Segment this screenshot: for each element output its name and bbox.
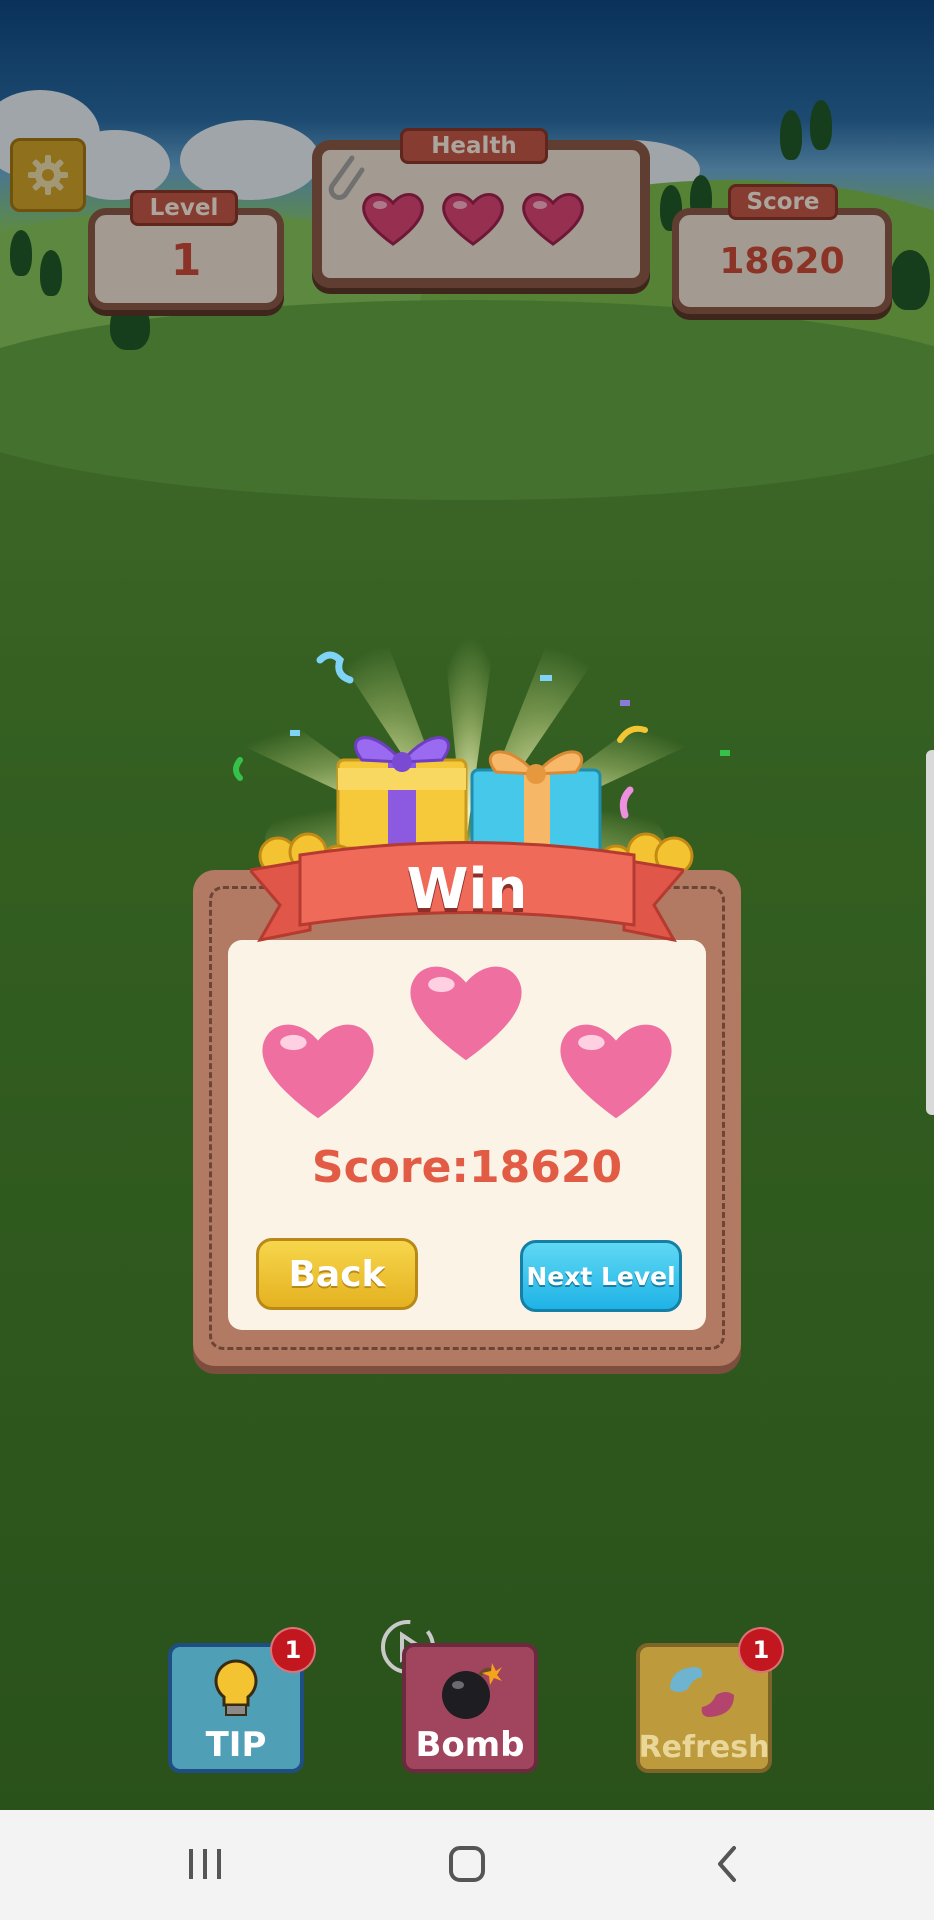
bomb-label: Bomb	[415, 1725, 525, 1765]
win-ribbon: Win	[250, 840, 684, 950]
back-icon	[718, 1846, 736, 1882]
next-level-button[interactable]: Next Level	[520, 1240, 682, 1312]
bomb-icon	[442, 1663, 502, 1719]
recent-apps-icon	[189, 1849, 221, 1879]
win-title: Win	[406, 856, 528, 922]
tip-count-badge: 1	[270, 1627, 316, 1673]
refresh-blobs-icon	[670, 1667, 734, 1717]
tip-label: TIP	[205, 1725, 267, 1765]
bomb-button[interactable]: Bomb	[402, 1643, 538, 1773]
heart-icon	[262, 1024, 374, 1119]
edge-panel-handle[interactable]	[926, 750, 934, 1115]
refresh-label: Refresh	[638, 1730, 770, 1765]
heart-icon	[560, 1024, 672, 1119]
refresh-count-badge: 1	[738, 1627, 784, 1673]
recent-apps-button[interactable]	[170, 1834, 240, 1894]
heart-icon	[410, 966, 522, 1061]
win-score: Score:18620	[311, 1142, 623, 1193]
home-icon	[449, 1846, 485, 1882]
back-nav-button[interactable]	[692, 1834, 762, 1894]
lightbulb-icon	[214, 1659, 258, 1716]
home-button[interactable]	[432, 1834, 502, 1894]
system-nav-bar	[0, 1810, 934, 1920]
back-button[interactable]: Back	[256, 1238, 418, 1310]
